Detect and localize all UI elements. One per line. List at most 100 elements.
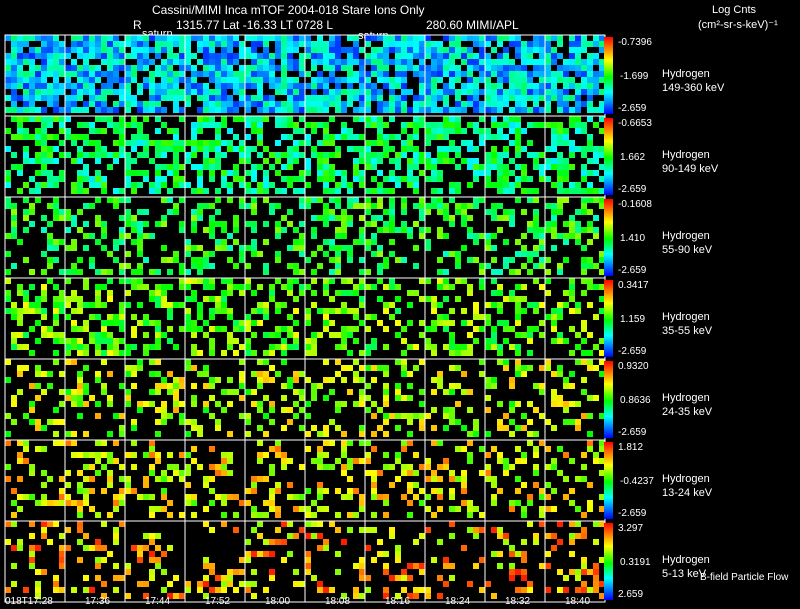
colorbar-mid: 1.662 <box>620 152 646 163</box>
heatmap-cell <box>95 338 101 344</box>
heatmap-cell <box>71 320 77 326</box>
heatmap-cell <box>83 431 89 437</box>
heatmap-cell <box>149 182 155 188</box>
heatmap-cell <box>119 431 125 437</box>
heatmap-cell <box>575 107 581 113</box>
heatmap-cell <box>113 500 119 506</box>
heatmap-cell <box>587 506 593 512</box>
heatmap-cell <box>53 581 59 587</box>
heatmap-cell <box>137 233 143 239</box>
heatmap-cell <box>359 278 365 284</box>
heatmap-cell <box>173 470 179 476</box>
heatmap-cell <box>101 152 107 158</box>
heatmap-cell <box>413 539 419 545</box>
heatmap-cell <box>119 233 125 239</box>
heatmap-cell <box>413 107 419 113</box>
heatmap-cell <box>275 116 281 122</box>
heatmap-cell <box>449 494 455 500</box>
heatmap-cell <box>227 65 233 71</box>
heatmap-cell <box>563 197 569 203</box>
heatmap-cell <box>527 122 533 128</box>
heatmap-cell <box>239 89 245 95</box>
heatmap-cell <box>65 101 71 107</box>
heatmap-cell <box>509 128 515 134</box>
heatmap-cell <box>113 59 119 65</box>
heatmap-cell <box>467 257 473 263</box>
heatmap-cell <box>119 494 125 500</box>
heatmap-cell <box>59 494 65 500</box>
heatmap-cell <box>353 377 359 383</box>
heatmap-cell <box>233 107 239 113</box>
heatmap-cell <box>209 221 215 227</box>
heatmap-cell <box>131 182 137 188</box>
heatmap-cell <box>191 458 197 464</box>
heatmap-cell <box>365 575 371 581</box>
heatmap-cell <box>35 197 41 203</box>
heatmap-cell <box>101 107 107 113</box>
heatmap-cell <box>257 377 263 383</box>
heatmap-cell <box>179 278 185 284</box>
heatmap-cell <box>383 284 389 290</box>
heatmap-cell <box>311 395 317 401</box>
heatmap-cell <box>569 290 575 296</box>
heatmap-cell <box>245 539 251 545</box>
heatmap-cell <box>521 83 527 89</box>
heatmap-cell <box>455 506 461 512</box>
heatmap-cell <box>179 302 185 308</box>
heatmap-cell <box>215 77 221 83</box>
heatmap-cell <box>125 593 131 599</box>
heatmap-cell <box>191 89 197 95</box>
heatmap-cell <box>131 170 137 176</box>
heatmap-cell <box>557 446 563 452</box>
heatmap-cell <box>167 389 173 395</box>
heatmap-cell <box>239 500 245 506</box>
heatmap-cell <box>281 152 287 158</box>
heatmap-cell <box>59 71 65 77</box>
heatmap-cell <box>287 344 293 350</box>
heatmap-cell <box>251 203 257 209</box>
heatmap-cell <box>323 83 329 89</box>
heatmap-cell <box>47 419 53 425</box>
heatmap-cell <box>455 71 461 77</box>
heatmap-cell <box>173 383 179 389</box>
heatmap-cell <box>539 41 545 47</box>
heatmap-cell <box>347 197 353 203</box>
heatmap-cell <box>113 188 119 194</box>
heatmap-cell <box>401 470 407 476</box>
heatmap-cell <box>437 539 443 545</box>
heatmap-cell <box>491 269 497 275</box>
heatmap-cell <box>545 278 551 284</box>
heatmap-cell <box>317 107 323 113</box>
heatmap-cell <box>161 107 167 113</box>
heatmap-cell <box>251 482 257 488</box>
heatmap-cell <box>155 458 161 464</box>
heatmap-cell <box>563 95 569 101</box>
heatmap-cell <box>191 65 197 71</box>
heatmap-cell <box>563 419 569 425</box>
heatmap-cell <box>281 35 287 41</box>
heatmap-cell <box>425 296 431 302</box>
heatmap-cell <box>167 581 173 587</box>
heatmap-cell <box>83 164 89 170</box>
heatmap-cell <box>449 221 455 227</box>
heatmap-cell <box>377 152 383 158</box>
heatmap-cell <box>407 41 413 47</box>
heatmap-cell <box>389 227 395 233</box>
heatmap-cell <box>491 164 497 170</box>
heatmap-cell <box>569 41 575 47</box>
heatmap-cell <box>89 95 95 101</box>
heatmap-cell <box>311 425 317 431</box>
heatmap-cell <box>365 326 371 332</box>
heatmap-cell <box>23 344 29 350</box>
heatmap-cell <box>101 59 107 65</box>
heatmap-cell <box>593 539 599 545</box>
heatmap-cell <box>149 440 155 446</box>
heatmap-cell <box>413 65 419 71</box>
heatmap-cell <box>311 83 317 89</box>
heatmap-cell <box>287 278 293 284</box>
heatmap-cell <box>227 332 233 338</box>
heatmap-cell <box>449 413 455 419</box>
heatmap-cell <box>233 41 239 47</box>
heatmap-cell <box>131 227 137 233</box>
heatmap-cell <box>149 551 155 557</box>
